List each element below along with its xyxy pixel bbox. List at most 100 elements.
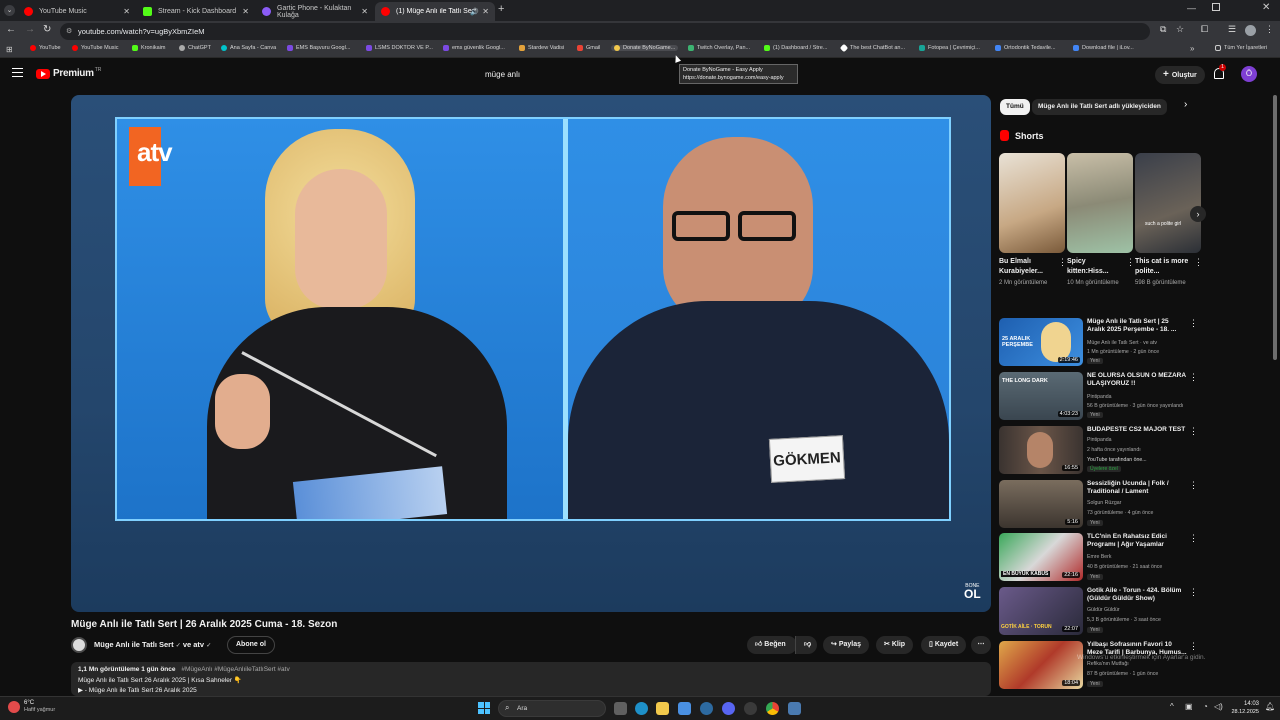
more-bookmarks-icon[interactable]: » (1190, 44, 1194, 53)
site-info-icon[interactable]: ⚙ (66, 23, 72, 40)
app-icon[interactable] (788, 702, 801, 715)
bookmark-chatgpt[interactable]: ChatGPT (179, 45, 211, 51)
save-button[interactable]: ▯ Kaydet (921, 636, 967, 654)
clip-button[interactable]: ✂ Klip (876, 636, 914, 654)
channel-name[interactable]: Müge Anlı ile Tatlı Sert ✓ ve atv ✓ (94, 640, 211, 649)
window-close-button[interactable]: ✕ (1262, 2, 1270, 13)
description-box[interactable]: 1,1 Mn görüntüleme 1 gün önce #MügeAnlı … (71, 662, 991, 696)
apps-icon[interactable]: ⊞ (6, 45, 13, 54)
chrome-icon[interactable] (766, 702, 779, 715)
list-item[interactable]: 16:55 BUDAPESTE CS2 MAJOR TEST Pintipand… (999, 426, 1204, 478)
file-explorer-icon[interactable] (656, 702, 669, 715)
bookmark-dashboard[interactable]: (1) Dashboard / Stre... (764, 45, 827, 51)
more-vert-icon[interactable]: ⋮ (1189, 587, 1198, 598)
more-vert-icon[interactable]: ⋮ (1189, 480, 1198, 491)
channel-avatar[interactable] (71, 637, 87, 653)
back-icon[interactable]: ← (6, 24, 16, 35)
all-bookmarks[interactable]: Tüm Yer İşaretleri (1215, 45, 1267, 51)
more-vert-icon[interactable]: ⋮ (1189, 426, 1198, 437)
search-input[interactable]: müge anlı (478, 65, 674, 85)
more-actions-button[interactable]: ⋯ (971, 636, 991, 654)
tab-kick-dashboard[interactable]: Stream - Kick Dashboard ✕ (137, 2, 255, 21)
youtube-premium-logo[interactable]: Premium TR (36, 67, 101, 79)
bookmark-ilovepdf[interactable]: Download file | iLov... (1073, 45, 1134, 51)
list-item[interactable]: EN BÜYÜK KABUS 22:16 TLC'nin En Rahatsız… (999, 533, 1204, 585)
scrollbar[interactable] (1273, 95, 1277, 360)
speaker-icon[interactable]: 🔊 (470, 8, 479, 16)
bookmark-fotopea[interactable]: Fotopea | Çevrimiçi... (919, 45, 980, 51)
tab-gartic-phone[interactable]: Gartic Phone - Kulaktan Kulağa ✕ (256, 2, 374, 21)
shorts-next-button[interactable]: › (1190, 206, 1206, 222)
bookmark-lsms[interactable]: LSMS DOKTOR VE P... (366, 45, 433, 51)
bookmark-star-icon[interactable]: ☆ (1176, 24, 1184, 35)
install-icon[interactable]: ⧉ (1160, 24, 1166, 35)
close-icon[interactable]: ✕ (123, 7, 130, 16)
browser-menu-icon[interactable]: ⋮ (1265, 24, 1274, 35)
avatar[interactable]: Ö (1241, 66, 1257, 82)
close-icon[interactable]: ✕ (482, 7, 489, 16)
bookmark-chatbot[interactable]: The best ChatBot an... (839, 43, 905, 53)
tab-muge-anli[interactable]: (1) Müge Anlı ile Tatlı Sert | 🔊 ✕ (375, 2, 495, 21)
volume-icon[interactable]: ◁) (1214, 702, 1223, 711)
tab-youtube-music[interactable]: YouTube Music ✕ (18, 2, 136, 21)
tab-search-icon[interactable]: ⌄ (4, 5, 15, 16)
more-vert-icon[interactable]: ⋮ (1126, 257, 1135, 268)
bookmark-gmail[interactable]: Gmail (577, 45, 600, 51)
close-icon[interactable]: ✕ (361, 7, 368, 16)
bookmark-ortodontik[interactable]: Ortodontik Tedavile... (995, 45, 1056, 51)
short-item[interactable]: Spicy kitten:Hiss... 10 Mn görüntüleme ⋮ (1067, 153, 1135, 288)
discord-icon[interactable] (722, 702, 735, 715)
like-button[interactable]: 👍︎ Beğen (747, 636, 797, 654)
tray-apps-icon[interactable]: ▣ (1185, 702, 1193, 711)
obs-icon[interactable] (744, 702, 757, 715)
reload-icon[interactable]: ↻ (43, 24, 51, 35)
close-icon[interactable]: ✕ (242, 7, 249, 16)
short-item[interactable]: Bu Elmalı Kurabiyeler... 2 Mn görüntülem… (999, 153, 1067, 288)
media-icon[interactable]: ☰ (1228, 24, 1236, 35)
list-item[interactable]: GOTİK AİLE · TORUN 22:07 Gotik Aile - To… (999, 587, 1204, 639)
list-item[interactable]: 25 ARALIK PERŞEMBE 2:19:46 Müge Anlı ile… (999, 318, 1204, 370)
address-bar[interactable]: ⚙ youtube.com/watch?v=ugByXbmZIeM (60, 23, 1150, 40)
notification-center-icon[interactable]: 🔔︎ (1265, 702, 1275, 711)
bookmark-kronikaim[interactable]: Kronikaim (132, 45, 165, 51)
more-vert-icon[interactable]: ⋮ (1189, 372, 1198, 383)
new-tab-button[interactable]: + (498, 3, 504, 15)
subscribe-button[interactable]: Abone ol (227, 636, 275, 654)
list-item[interactable]: 5:16 Sessizliğin Ucunda | Folk / Traditi… (999, 480, 1204, 532)
documents-icon[interactable] (678, 702, 691, 715)
short-item[interactable]: such a polite girl This cat is more poli… (1135, 153, 1203, 288)
more-vert-icon[interactable]: ⋮ (1194, 257, 1203, 268)
video-player[interactable]: atv GÖKMEN BONE OL (71, 95, 991, 612)
more-vert-icon[interactable]: ⋮ (1058, 257, 1067, 268)
bookmark-youtube[interactable]: YouTube (30, 45, 61, 51)
share-button[interactable]: ↪ Paylaş (823, 636, 870, 654)
chip-uploader[interactable]: Müge Anlı ile Tatlı Sert adlı yükleyicid… (1032, 99, 1167, 115)
description-line[interactable]: ▶ - Müge Anlı ile Tatlı Sert 26 Aralık 2… (78, 686, 197, 694)
profile-avatar[interactable] (1245, 25, 1256, 36)
list-item[interactable]: 18:04 Yılbaşı Sofrasının Favori 10 Meze … (999, 641, 1204, 693)
maximize-button[interactable] (1212, 3, 1220, 11)
start-button[interactable] (478, 702, 490, 714)
bookmark-stardew[interactable]: Stardew Vadisi (519, 45, 564, 51)
taskbar-search[interactable]: ⌕ Ara (498, 700, 606, 717)
steam-icon[interactable] (700, 702, 713, 715)
chip-all[interactable]: Tümü (1000, 99, 1030, 115)
create-button[interactable]: + Oluştur (1155, 66, 1205, 84)
more-vert-icon[interactable]: ⋮ (1189, 533, 1198, 544)
edge-icon[interactable] (635, 702, 648, 715)
list-item[interactable]: THE LONG DARK 4:03:23 NE OLURSA OLSUN O … (999, 372, 1204, 424)
bookmark-ems-basvuru[interactable]: EMS Başvuru Googl... (287, 45, 350, 51)
weather-widget[interactable]: 6°C Hafif yağmur (8, 700, 55, 714)
hamburger-menu-icon[interactable] (12, 68, 23, 77)
chevron-right-icon[interactable]: › (1184, 99, 1187, 110)
wifi-icon[interactable]: ◔ (1203, 702, 1208, 711)
bookmark-canva[interactable]: Ana Sayfa - Canva (221, 45, 276, 51)
more-vert-icon[interactable]: ⋮ (1189, 641, 1198, 652)
bookmark-youtube-music[interactable]: YouTube Music (72, 45, 119, 51)
extensions-icon[interactable]: ⧠ (1201, 24, 1208, 35)
task-view-icon[interactable] (614, 702, 627, 715)
bookmark-twitch-overlay[interactable]: Twitch Overlay, Pan... (688, 45, 750, 51)
tray-chevron-icon[interactable]: ^ (1170, 702, 1174, 711)
more-vert-icon[interactable]: ⋮ (1189, 318, 1198, 329)
bookmark-ems-guvenlik[interactable]: ems güvenlik Googl... (443, 45, 505, 51)
